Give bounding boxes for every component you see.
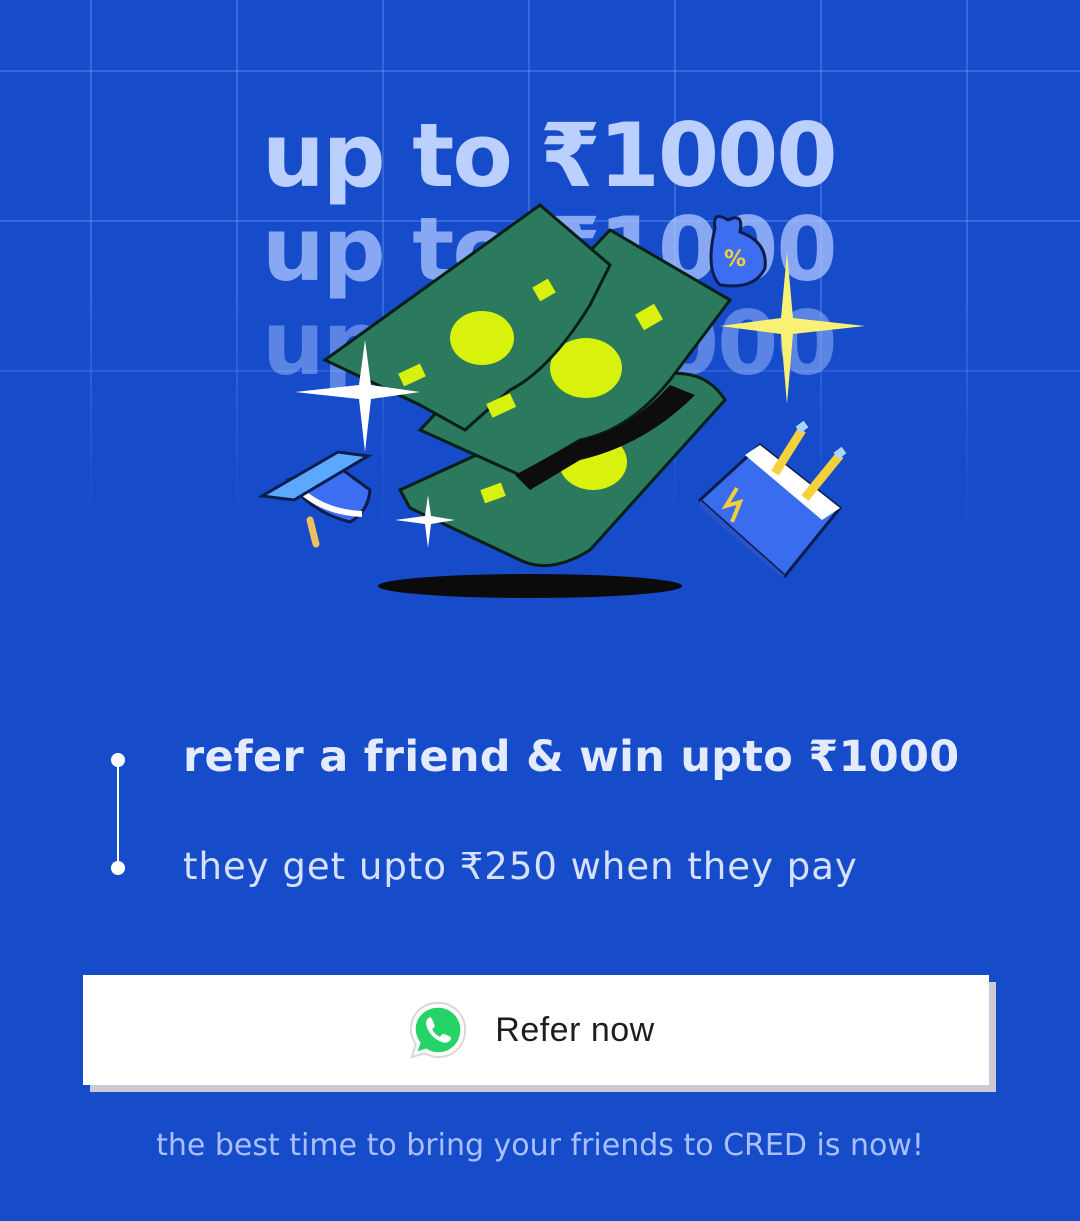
headline-text: up to ₹1000 xyxy=(262,104,838,207)
refer-now-label: Refer now xyxy=(495,1010,655,1049)
step-connector xyxy=(117,760,119,868)
referral-steps: refer a friend & win upto ₹1000 they get… xyxy=(110,720,1010,910)
step-refer-reward: refer a friend & win upto ₹1000 xyxy=(183,732,960,782)
power-plug-icon xyxy=(697,420,847,579)
graduation-cap-icon xyxy=(257,450,373,548)
step-dot xyxy=(111,861,125,875)
refer-now-button[interactable]: Refer now xyxy=(83,975,989,1085)
svg-text:%: % xyxy=(724,247,746,272)
cash-shadow xyxy=(378,574,682,598)
whatsapp-icon xyxy=(410,1001,467,1059)
percent-bag-icon: % xyxy=(709,214,767,288)
footer-tagline: the best time to bring your friends to C… xyxy=(156,1128,924,1163)
cash-illustration: % xyxy=(257,203,865,598)
cash-stack-icon xyxy=(322,203,733,568)
step-friend-reward: they get upto ₹250 when they pay xyxy=(183,845,858,888)
